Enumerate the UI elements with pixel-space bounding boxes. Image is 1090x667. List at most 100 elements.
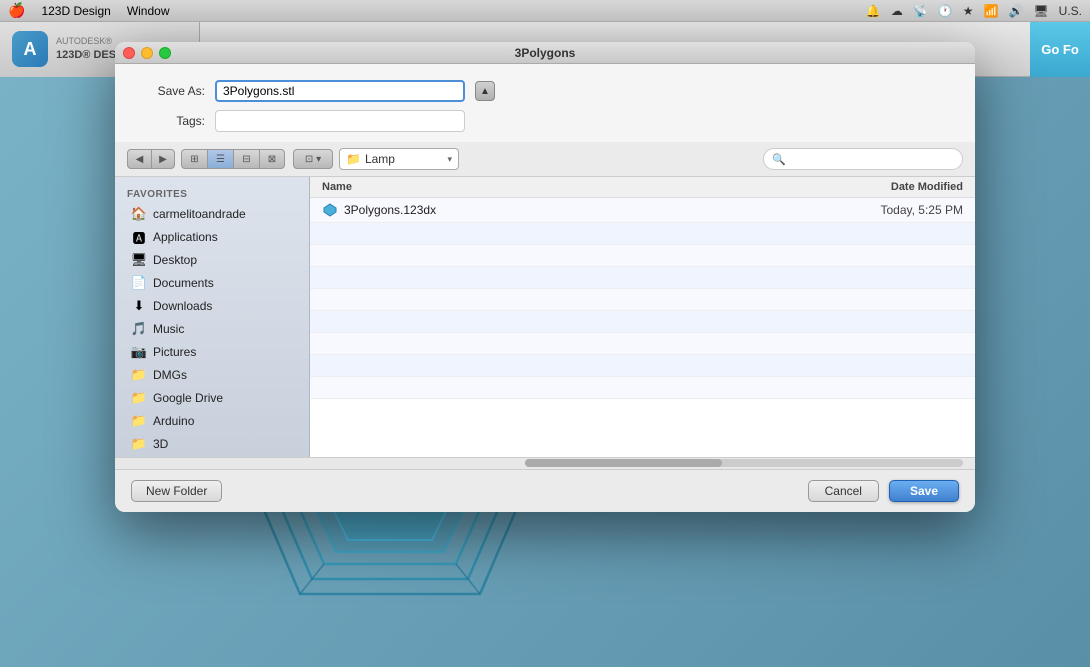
arduino-folder-icon: 📁 [131,413,147,429]
file-name: 3Polygons.123dx [344,203,813,217]
applications-icon: 🅰 [131,229,147,245]
disclosure-button[interactable]: ▲ [475,81,495,101]
new-folder-button[interactable]: New Folder [131,480,222,502]
time-icon[interactable]: 🕐 [938,4,953,18]
tags-input[interactable] [215,110,465,132]
search-box: 🔍 [763,148,963,170]
documents-icon: 📄 [131,275,147,291]
table-row-empty-1 [310,223,975,245]
table-row-empty-7 [310,355,975,377]
tags-row: Tags: [135,110,955,132]
keyboard-icon[interactable]: 🖥 [1033,4,1048,18]
airdrop-icon[interactable]: 📡 [913,4,928,18]
sidebar-label-music: Music [153,322,184,336]
table-row-empty-5 [310,311,975,333]
save-dialog: 3Polygons Save As: ▲ Tags: ◀ ▶ [115,42,975,512]
pictures-icon: 📷 [131,344,147,360]
col-date-header: Date Modified [813,181,963,193]
music-icon: 🎵 [131,321,147,337]
close-button[interactable] [123,47,135,59]
app-name-menu[interactable]: 123D Design [41,4,110,18]
sidebar-item-desktop[interactable]: 🖥 Desktop [119,249,305,271]
sidebar-label-arduino: Arduino [153,414,194,428]
window-menu[interactable]: Window [127,4,170,18]
icon-view-button[interactable]: ⊞ [181,149,207,169]
table-row[interactable]: 3Polygons.123dx Today, 5:25 PM [310,198,975,223]
sidebar: FAVORITES 🏠 carmelitoandrade 🅰 Applicati… [115,177,310,457]
downloads-icon: ⬇ [131,298,147,314]
sidebar-item-arduino[interactable]: 📁 Arduino [119,410,305,432]
scrollbar-track[interactable] [525,459,963,467]
sidebar-item-documents[interactable]: 📄 Documents [119,272,305,294]
file-date: Today, 5:25 PM [813,203,963,217]
home-icon: 🏠 [131,206,147,222]
sidebar-label-desktop: Desktop [153,253,197,267]
wifi-icon[interactable]: 📶 [984,4,999,18]
table-row-empty-4 [310,289,975,311]
scrollbar-row [115,457,975,469]
scrollbar-thumb[interactable] [525,459,722,467]
desktop-icon: 🖥 [131,252,147,268]
modal-content: FAVORITES 🏠 carmelitoandrade 🅰 Applicati… [115,177,975,457]
sidebar-label-3d: 3D [153,437,168,451]
sidebar-item-downloads[interactable]: ⬇ Downloads [119,295,305,317]
sidebar-item-googledrive[interactable]: 📁 Google Drive [119,387,305,409]
forward-button[interactable]: ▶ [151,149,175,169]
menubar-right: 🔔 ☁ 📡 🕐 ★ 📶 🔊 🖥 U.S. [866,4,1082,18]
sidebar-label-googledrive: Google Drive [153,391,223,405]
location-dropdown[interactable]: 📁 Lamp ▾ [339,148,459,170]
sidebar-item-carmelitoandrade[interactable]: 🏠 carmelitoandrade [119,203,305,225]
sidebar-label-dmgs: DMGs [153,368,187,382]
window-controls [123,47,171,59]
col-name-header: Name [322,181,813,193]
apple-menu[interactable]: 🍎 [8,2,25,19]
coverflow-view-button[interactable]: ⊠ [259,149,285,169]
save-as-input[interactable] [215,80,465,102]
save-button[interactable]: Save [889,480,959,502]
cancel-button[interactable]: Cancel [808,480,879,502]
bluetooth-icon[interactable]: ★ [963,4,974,18]
location-chevron-icon: ▾ [447,154,452,165]
search-input[interactable] [790,153,954,165]
volume-icon[interactable]: 🔊 [1008,4,1023,18]
table-row-empty-8 [310,377,975,399]
minimize-button[interactable] [141,47,153,59]
file-type-icon [322,202,338,218]
tags-label: Tags: [135,114,205,128]
back-button[interactable]: ◀ [127,149,151,169]
file-list-header: Name Date Modified [310,177,975,198]
notification-icon[interactable]: 🔔 [866,4,881,18]
sidebar-item-music[interactable]: 🎵 Music [119,318,305,340]
sidebar-item-dmgs[interactable]: 📁 DMGs [119,364,305,386]
3d-folder-icon: 📁 [131,436,147,452]
column-view-button[interactable]: ⊟ [233,149,259,169]
sidebar-label-downloads: Downloads [153,299,212,313]
sidebar-label-carmelitoandrade: carmelitoandrade [153,207,246,221]
sidebar-item-pictures[interactable]: 📷 Pictures [119,341,305,363]
sidebar-item-applications[interactable]: 🅰 Applications [119,226,305,248]
sidebar-item-3d[interactable]: 📁 3D [119,433,305,455]
table-row-empty-2 [310,245,975,267]
arrange-button[interactable]: ⊡ ▾ [293,149,333,169]
maximize-button[interactable] [159,47,171,59]
table-row-empty-3 [310,267,975,289]
googledrive-folder-icon: 📁 [131,390,147,406]
save-as-label: Save As: [135,84,205,98]
modal-overlay: 3Polygons Save As: ▲ Tags: ◀ ▶ [0,22,1090,667]
file-list: Name Date Modified 3Polygons.123dx Today… [310,177,975,457]
locale-indicator: U.S. [1059,4,1082,18]
modal-footer: New Folder Cancel Save [115,469,975,512]
list-view-button[interactable]: ☰ [207,149,233,169]
cloud-icon[interactable]: ☁ [891,4,903,18]
sidebar-label-pictures: Pictures [153,345,196,359]
modal-header: Save As: ▲ Tags: [115,64,975,142]
dialog-title: 3Polygons [515,46,576,60]
modal-toolbar: ◀ ▶ ⊞ ☰ ⊟ ⊠ ⊡ ▾ 📁 Lamp ▾ 🔍 [115,142,975,177]
sidebar-label-applications: Applications [153,230,218,244]
app-background: A AUTODESK® 123D® DESIGN Go Fo 250 225 2… [0,22,1090,667]
folder-icon: 📁 [346,152,361,166]
nav-group: ◀ ▶ [127,149,175,169]
save-as-row: Save As: ▲ [135,80,955,102]
menubar: 🍎 123D Design Window 🔔 ☁ 📡 🕐 ★ 📶 🔊 🖥 U.S… [0,0,1090,22]
sidebar-label-documents: Documents [153,276,214,290]
